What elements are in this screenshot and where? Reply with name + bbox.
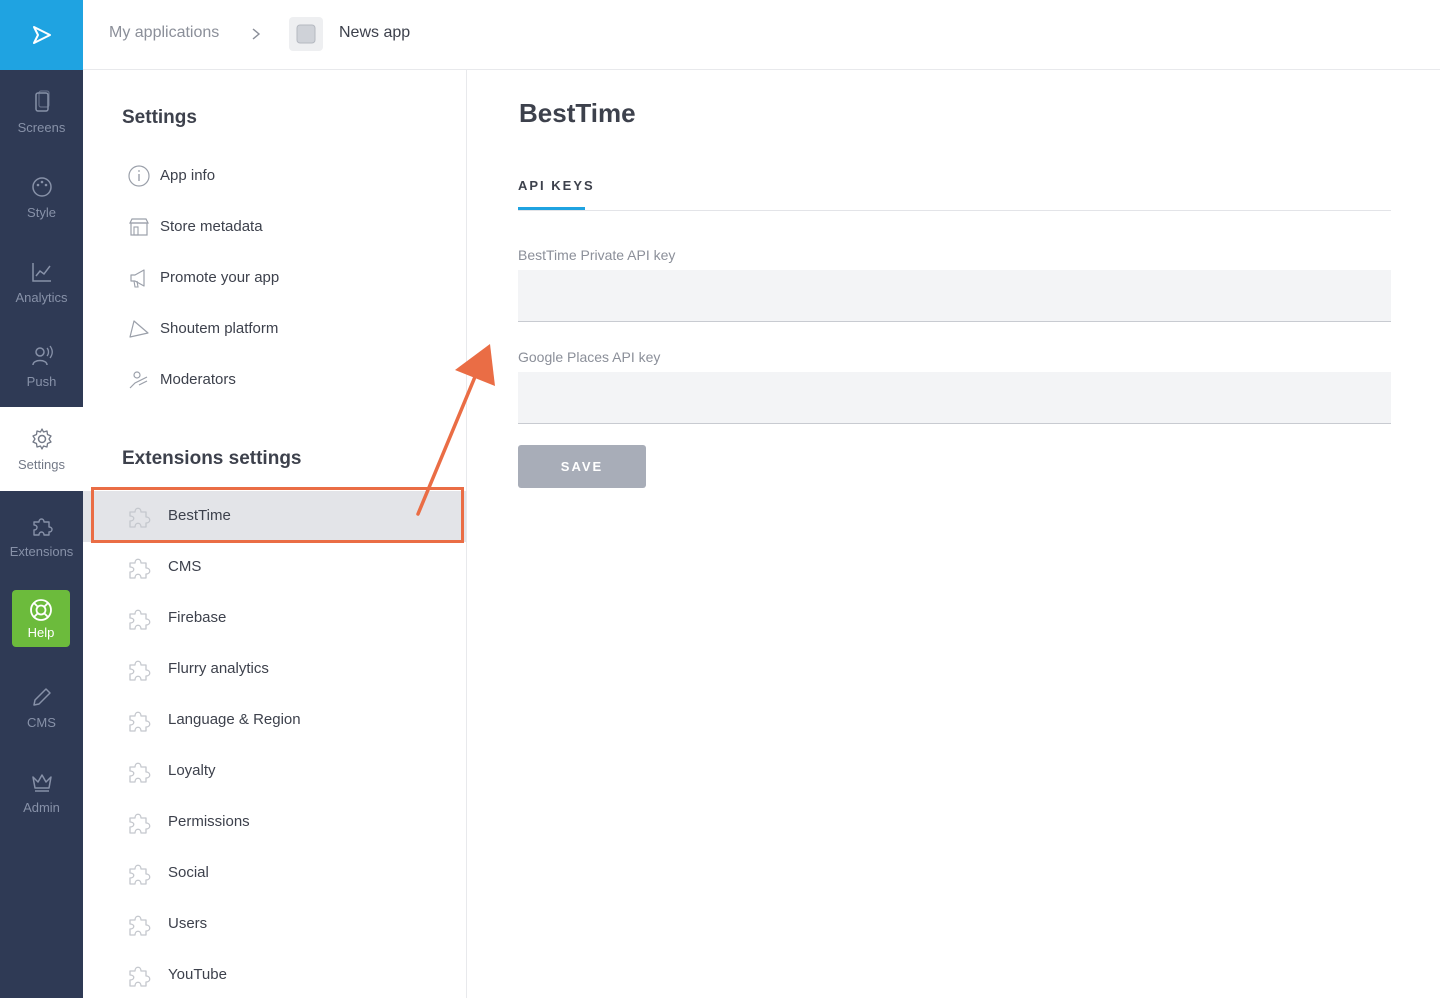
rail-item-style[interactable]: Style [0, 155, 83, 240]
puzzle-icon [129, 660, 151, 681]
puzzle-icon [129, 813, 151, 834]
screens-icon [34, 90, 50, 112]
rail-item-settings[interactable]: Settings [0, 407, 83, 491]
rail-item-screens[interactable]: Screens [0, 70, 83, 155]
shoutem-logo-icon [32, 26, 51, 44]
rail-item-analytics[interactable]: Analytics [0, 240, 83, 325]
extension-item-firebase[interactable]: Firebase [83, 593, 466, 644]
rail-item-label: Push [26, 374, 57, 389]
lifebuoy-icon [30, 599, 52, 621]
pencil-icon [32, 688, 51, 706]
settings-item-app-info[interactable]: App info [83, 150, 467, 201]
settings-item-store-metadata[interactable]: Store metadata [83, 201, 467, 252]
puzzle-icon [129, 864, 151, 885]
app-thumbnail-icon [296, 24, 316, 44]
extension-item-social[interactable]: Social [83, 848, 466, 899]
rail-item-label: Help [27, 625, 55, 640]
breadcrumb-current-app: News app [339, 24, 411, 41]
extension-item-label: YouTube [168, 966, 227, 983]
settings-item-promote[interactable]: Promote your app [83, 252, 467, 303]
rail-item-label: Extensions [9, 544, 74, 559]
puzzle-icon [129, 762, 151, 783]
extension-item-label: CMS [168, 558, 202, 575]
push-icon [31, 345, 53, 366]
extension-item-label: Permissions [168, 813, 250, 830]
crown-icon [31, 774, 52, 792]
top-bar: My applications News app [83, 0, 1440, 70]
settings-section-title: Settings [122, 107, 197, 128]
app-thumbnail [289, 17, 323, 51]
chevron-right-icon [252, 28, 261, 40]
active-tab-indicator [518, 207, 585, 210]
palette-icon [31, 177, 52, 197]
breadcrumb-my-applications[interactable]: My applications [109, 24, 219, 42]
field-label-google-places-key: Google Places API key [518, 349, 661, 365]
rail-item-label: CMS [27, 715, 56, 730]
analytics-icon [31, 263, 51, 282]
puzzle-icon [129, 609, 151, 630]
besttime-api-key-input[interactable] [518, 270, 1391, 322]
extension-item-label: Firebase [168, 609, 227, 626]
rail-item-extensions[interactable]: Extensions [0, 494, 83, 579]
page-title: BestTime [519, 98, 636, 128]
store-icon [129, 218, 149, 236]
settings-item-label: Moderators [160, 371, 236, 388]
extension-item-label: Language & Region [168, 711, 301, 728]
extension-item-cms[interactable]: CMS [83, 542, 466, 593]
field-label-besttime-key: BestTime Private API key [518, 247, 676, 263]
rail-item-label: Style [27, 205, 56, 220]
shoutem-icon [129, 320, 149, 338]
info-icon [128, 165, 150, 187]
puzzle-icon [32, 518, 53, 536]
extension-item-users[interactable]: Users [83, 899, 466, 950]
app-rail: Screens Style Analytics Push Settings Ex… [0, 0, 83, 998]
rail-item-admin[interactable]: Admin [0, 750, 83, 835]
settings-item-label: Shoutem platform [160, 320, 279, 337]
extension-item-youtube[interactable]: YouTube [83, 950, 466, 998]
rail-item-label: Analytics [15, 290, 68, 305]
extension-item-label: Flurry analytics [168, 660, 269, 677]
extension-item-label: Users [168, 915, 208, 932]
puzzle-icon [129, 915, 151, 936]
moderator-icon [129, 371, 148, 389]
settings-item-label: App info [160, 167, 216, 184]
puzzle-icon [129, 966, 151, 987]
save-button[interactable]: SAVE [518, 445, 646, 488]
extension-item-permissions[interactable]: Permissions [83, 797, 466, 848]
rail-item-label: Screens [17, 120, 66, 135]
rail-item-label: Admin [23, 800, 60, 815]
rail-item-cms[interactable]: CMS [0, 665, 83, 750]
extension-item-flurry-analytics[interactable]: Flurry analytics [83, 644, 466, 695]
settings-item-moderators[interactable]: Moderators [83, 354, 467, 405]
google-places-api-key-input[interactable] [518, 372, 1391, 424]
megaphone-icon [130, 269, 145, 288]
extension-item-label: Loyalty [168, 762, 216, 779]
extensions-section-title: Extensions settings [122, 448, 302, 469]
main-content: BestTime API KEYS BestTime Private API k… [467, 70, 1440, 998]
extension-item-loyalty[interactable]: Loyalty [83, 746, 466, 797]
annotation-highlight-box [91, 487, 464, 543]
rail-item-label: Settings [18, 456, 65, 472]
puzzle-icon [129, 711, 151, 732]
shoutem-logo[interactable] [0, 0, 83, 70]
extension-item-label: Social [168, 864, 209, 881]
rail-item-help[interactable]: Help [12, 590, 70, 647]
settings-item-label: Store metadata [160, 218, 263, 235]
rail-item-push[interactable]: Push [0, 324, 83, 409]
settings-item-shoutem-platform[interactable]: Shoutem platform [83, 303, 467, 354]
puzzle-icon [129, 558, 151, 579]
gear-icon [31, 427, 52, 450]
extension-item-language-region[interactable]: Language & Region [83, 695, 466, 746]
tab-bar: API KEYS [518, 170, 1391, 211]
settings-item-label: Promote your app [160, 269, 280, 286]
